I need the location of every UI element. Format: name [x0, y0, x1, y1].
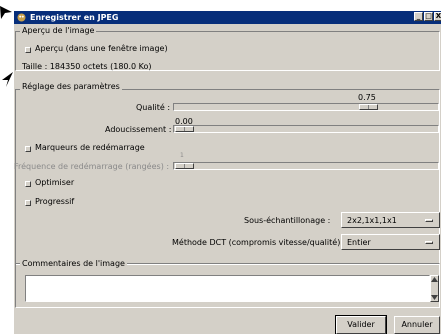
- quality-value: 0.75: [358, 93, 376, 102]
- quality-label: Qualité :: [136, 103, 171, 112]
- file-size-text: Taille : 184350 octets (180.0 Ko): [22, 62, 152, 71]
- restart-frequency-label: Fréquence de redémarrage (rangées) :: [14, 162, 170, 171]
- restart-frequency-slider-thumb[interactable]: [175, 163, 194, 169]
- restart-markers-checkbox[interactable]: [25, 146, 31, 152]
- window-title: Enregistrer en JPEG: [30, 13, 119, 22]
- minimize-button[interactable]: _: [414, 12, 423, 21]
- close-button[interactable]: X: [434, 12, 441, 21]
- parameters-group-title: Réglage des paramètres: [20, 82, 122, 91]
- preview-group-title: Aperçu de l'image: [20, 26, 97, 35]
- mouse-cursor-icon: [2, 72, 13, 87]
- optimize-checkbox[interactable]: [25, 181, 31, 187]
- subsampling-dropdown[interactable]: 2x2,1x1,1x1: [341, 212, 440, 228]
- cancel-button[interactable]: Annuler: [394, 316, 440, 334]
- scroll-down-arrow-icon[interactable]: [431, 295, 438, 300]
- progressive-checkbox[interactable]: [25, 200, 31, 206]
- gimp-app-icon: [17, 13, 26, 22]
- comments-group-title: Commentaires de l'image: [20, 259, 127, 268]
- smoothing-slider-thumb[interactable]: [175, 126, 194, 132]
- mouse-cursor-icon: [0, 6, 12, 19]
- subsampling-value: 2x2,1x1,1x1: [347, 216, 397, 225]
- dropdown-indicator-icon: [425, 241, 433, 244]
- quality-slider[interactable]: [173, 103, 439, 111]
- dropdown-indicator-icon: [425, 219, 433, 222]
- maximize-button[interactable]: □: [424, 12, 433, 21]
- dct-method-dropdown[interactable]: Entier: [341, 234, 440, 250]
- title-bar[interactable]: Enregistrer en JPEG _ □ X: [14, 11, 441, 24]
- dct-method-label: Méthode DCT (compromis vitesse/qualité) …: [172, 238, 346, 247]
- scroll-up-arrow-icon[interactable]: [431, 277, 438, 282]
- restart-frequency-value: 1: [180, 152, 184, 159]
- restart-frequency-slider[interactable]: [173, 162, 439, 170]
- preview-checkbox[interactable]: [25, 47, 31, 53]
- dct-method-value: Entier: [347, 238, 371, 247]
- preview-checkbox-label: Aperçu (dans une fenêtre image): [35, 44, 168, 53]
- comments-scrollbar[interactable]: [430, 275, 439, 302]
- smoothing-slider[interactable]: [173, 125, 439, 133]
- optimize-label: Optimiser: [35, 178, 75, 187]
- ok-button[interactable]: Valider: [335, 315, 387, 334]
- dialog-window: Aperçu de l'image Aperçu (dans une fenêt…: [14, 24, 441, 334]
- smoothing-label: Adoucissement :: [105, 125, 172, 134]
- progressive-label: Progressif: [35, 197, 75, 206]
- restart-markers-label: Marqueurs de redémarrage: [35, 143, 145, 152]
- comments-textarea[interactable]: [25, 275, 430, 302]
- quality-slider-thumb[interactable]: [359, 104, 378, 110]
- subsampling-label: Sous-échantillonage :: [244, 216, 331, 225]
